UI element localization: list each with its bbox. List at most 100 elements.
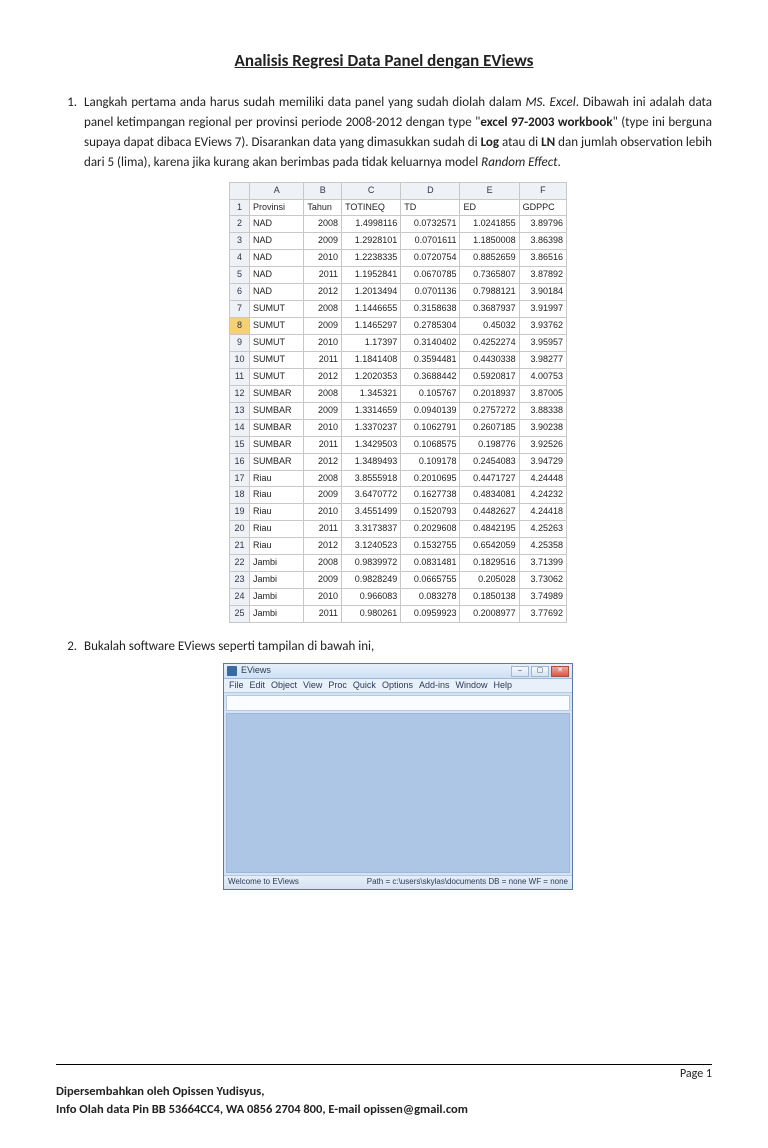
menu-item[interactable]: File (229, 679, 244, 693)
cell: 2010 (304, 504, 342, 521)
window-buttons: – ▢ ✕ (511, 666, 569, 677)
row-number: 23 (230, 572, 250, 589)
cell: 0.1068575 (401, 436, 460, 453)
cell: 0.2029608 (401, 521, 460, 538)
eviews-command-bar[interactable] (226, 695, 570, 711)
cell: SUMBAR (250, 419, 304, 436)
cell: 3.98277 (519, 351, 566, 368)
column-header: F (519, 182, 566, 199)
cell: 0.5920817 (460, 368, 519, 385)
cell: 1.1850008 (460, 233, 519, 250)
menu-item[interactable]: Help (494, 679, 513, 693)
cell: 0.966083 (342, 589, 401, 606)
cell: 2009 (304, 233, 342, 250)
cell: NAD (250, 216, 304, 233)
cell: 0.2757272 (460, 402, 519, 419)
menu-item[interactable]: Quick (353, 679, 376, 693)
menu-item[interactable]: Edit (250, 679, 266, 693)
cell: 2009 (304, 318, 342, 335)
cell: 2008 (304, 470, 342, 487)
cell: 1.2020353 (342, 368, 401, 385)
column-header: D (401, 182, 460, 199)
menu-item[interactable]: View (303, 679, 322, 693)
row-number: 8 (230, 318, 250, 335)
cell: 0.083278 (401, 589, 460, 606)
cell: 0.1627738 (401, 487, 460, 504)
field-header: TOTINEQ (342, 199, 401, 216)
cell: 0.2607185 (460, 419, 519, 436)
menu-item[interactable]: Add-ins (419, 679, 450, 693)
cell: 2008 (304, 555, 342, 572)
eviews-figure: EViews – ▢ ✕ File Edit Object View Proc Quick… (223, 663, 573, 890)
row-number: 4 (230, 250, 250, 267)
cell: 0.6542059 (460, 538, 519, 555)
cell: 0.2785304 (401, 318, 460, 335)
field-header: TD (401, 199, 460, 216)
row-number: 1 (230, 199, 250, 216)
row-number: 14 (230, 419, 250, 436)
row-number: 13 (230, 402, 250, 419)
cell: 0.205028 (460, 572, 519, 589)
column-header: B (304, 182, 342, 199)
row-number: 12 (230, 385, 250, 402)
cell: 0.198776 (460, 436, 519, 453)
cell: 1.17397 (342, 335, 401, 352)
cell: 2008 (304, 216, 342, 233)
eviews-workspace (226, 713, 570, 873)
cell: 1.2013494 (342, 284, 401, 301)
field-header: Provinsi (250, 199, 304, 216)
cell: 1.2928101 (342, 233, 401, 250)
field-header: GDPPC (519, 199, 566, 216)
cell: 2009 (304, 487, 342, 504)
menu-item[interactable]: Proc (328, 679, 347, 693)
row-number: 10 (230, 351, 250, 368)
cell: SUMUT (250, 318, 304, 335)
eviews-title: EViews (241, 664, 511, 678)
maximize-button[interactable]: ▢ (531, 666, 549, 677)
cell: 0.3594481 (401, 351, 460, 368)
cell: 3.86516 (519, 250, 566, 267)
cell: 0.2010695 (401, 470, 460, 487)
eviews-app-icon (227, 666, 237, 676)
cell: 0.1850138 (460, 589, 519, 606)
cell: 0.980261 (342, 606, 401, 623)
cell: 0.2018937 (460, 385, 519, 402)
cell: 1.3429503 (342, 436, 401, 453)
column-header: E (460, 182, 519, 199)
row-number: 20 (230, 521, 250, 538)
cell: Jambi (250, 572, 304, 589)
cell: SUMUT (250, 368, 304, 385)
cell: 4.25263 (519, 521, 566, 538)
cell: 1.1841408 (342, 351, 401, 368)
row-number: 19 (230, 504, 250, 521)
cell: Jambi (250, 606, 304, 623)
cell: 3.88338 (519, 402, 566, 419)
cell: 1.0241855 (460, 216, 519, 233)
close-button[interactable]: ✕ (551, 666, 569, 677)
menu-item[interactable]: Window (455, 679, 487, 693)
cell: 3.77692 (519, 606, 566, 623)
cell: 0.4482627 (460, 504, 519, 521)
cell: 2010 (304, 419, 342, 436)
cell: 0.4252274 (460, 335, 519, 352)
cell: 3.4551499 (342, 504, 401, 521)
page-number: Page 1 (56, 1067, 712, 1081)
cell: 4.24448 (519, 470, 566, 487)
menu-item[interactable]: Object (271, 679, 297, 693)
cell: 3.91997 (519, 301, 566, 318)
cell: 0.3158638 (401, 301, 460, 318)
menu-item[interactable]: Options (382, 679, 413, 693)
cell: 0.4471727 (460, 470, 519, 487)
column-header (230, 182, 250, 199)
footer-author: Dipersembahkan oleh Opissen Yudisyus, (56, 1083, 712, 1101)
cell: 0.3140402 (401, 335, 460, 352)
cell: Riau (250, 487, 304, 504)
cell: SUMBAR (250, 436, 304, 453)
minimize-button[interactable]: – (511, 666, 529, 677)
cell: 3.87892 (519, 267, 566, 284)
cell: 0.7988121 (460, 284, 519, 301)
cell: 3.90184 (519, 284, 566, 301)
eviews-menubar: File Edit Object View Proc Quick Options Add-in… (224, 679, 572, 693)
cell: 3.92526 (519, 436, 566, 453)
eviews-statusbar: Welcome to EViews Path = c:\users\skylas… (224, 875, 572, 889)
